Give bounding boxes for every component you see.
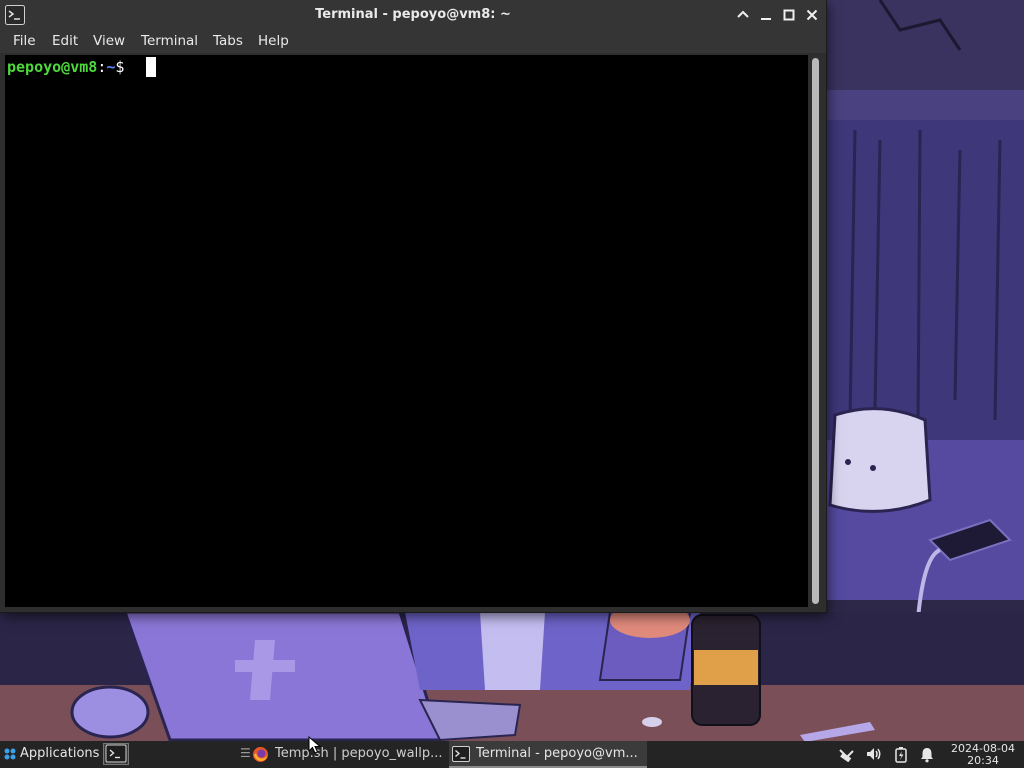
terminal-icon [452, 746, 470, 762]
menu-file[interactable]: File [13, 33, 36, 49]
task-label: Terminal - pepoyo@vm... [476, 746, 638, 761]
terminal-launcher-button[interactable] [103, 743, 129, 765]
scrollbar-thumb[interactable] [812, 58, 819, 604]
xfce-logo-icon [4, 748, 16, 760]
prompt-symbol: $ [115, 58, 125, 76]
text-cursor [146, 57, 156, 77]
volume-icon[interactable] [865, 746, 883, 762]
battery-icon[interactable] [893, 746, 909, 763]
terminal-window: Terminal - pepoyo@vm8: ~ File Edit View … [0, 0, 826, 612]
maximize-icon[interactable] [781, 7, 797, 23]
terminal-output[interactable]: pepoyo@vm8:~$ [5, 55, 808, 607]
firefox-icon [253, 747, 268, 762]
menu-terminal[interactable]: Terminal [141, 33, 198, 49]
applications-label: Applications [20, 746, 100, 761]
clock[interactable]: 2024-08-04 20:34 [948, 743, 1018, 767]
clock-time: 20:34 [967, 754, 999, 767]
task-label: Temp.sh | pepoyo_wallp... [275, 746, 443, 761]
scrollbar[interactable] [809, 55, 823, 607]
taskbar: Applications ☰ Temp.sh | pepoyo_wallp...… [0, 741, 1024, 768]
prompt-colon: : [97, 58, 107, 76]
task-button-firefox[interactable]: Temp.sh | pepoyo_wallp... [248, 741, 446, 768]
task-button-terminal[interactable]: Terminal - pepoyo@vm... [449, 741, 647, 768]
menu-view[interactable]: View [93, 33, 125, 49]
minimize-icon[interactable] [758, 7, 774, 23]
notification-bell-icon[interactable] [919, 746, 935, 763]
window-titlebar[interactable]: Terminal - pepoyo@vm8: ~ [0, 0, 826, 30]
shell-prompt: pepoyo@vm8:~$ [7, 58, 124, 76]
terminal-icon [105, 744, 127, 763]
menu-bar: File Edit View Terminal Tabs Help [0, 30, 826, 53]
menu-tabs[interactable]: Tabs [213, 33, 243, 49]
menu-edit[interactable]: Edit [52, 33, 78, 49]
mouse-pointer-icon [308, 736, 322, 754]
network-disconnected-icon[interactable] [838, 746, 856, 762]
menu-help[interactable]: Help [258, 33, 289, 49]
prompt-user-host: pepoyo@vm8 [7, 58, 98, 76]
window-title: Terminal - pepoyo@vm8: ~ [315, 7, 511, 22]
shade-window-icon[interactable] [735, 7, 751, 23]
applications-menu-button[interactable]: Applications [0, 741, 102, 768]
close-icon[interactable] [804, 7, 820, 23]
